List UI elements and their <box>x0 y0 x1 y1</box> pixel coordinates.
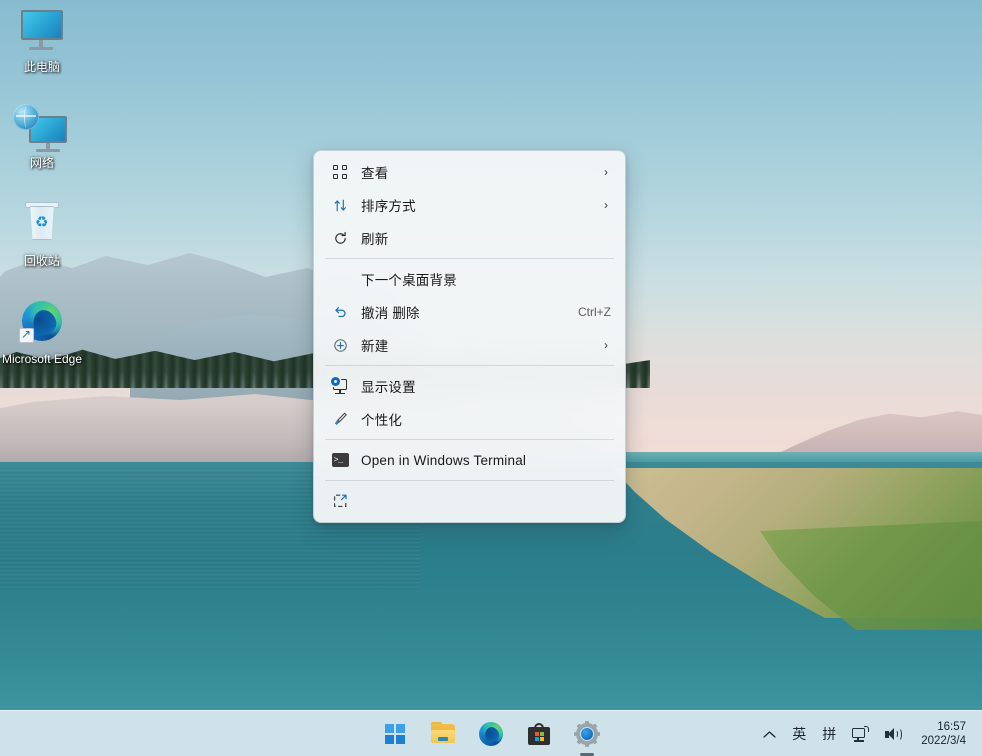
taskbar[interactable]: 英 拼 16:57 2022/3/4 <box>0 710 982 756</box>
edge-icon <box>13 300 71 348</box>
no-icon-placeholder <box>329 270 351 288</box>
windows-logo-icon <box>385 724 405 744</box>
desktop-icon-label: 此电脑 <box>0 60 84 75</box>
taskbar-file-explorer-button[interactable] <box>426 717 460 751</box>
tray-ime-mode[interactable]: 拼 <box>814 717 844 751</box>
wallpaper-grass-shore-dark <box>760 520 982 630</box>
wallpaper-right-mountains <box>760 400 982 462</box>
wallpaper-grass-shore <box>612 468 982 618</box>
desktop-icon-microsoft-edge[interactable]: Microsoft Edge <box>0 300 84 367</box>
menu-separator <box>325 439 614 440</box>
chevron-right-icon: › <box>601 338 611 352</box>
context-menu-item-display-settings[interactable]: 显示设置 <box>318 370 621 402</box>
refresh-icon <box>329 229 351 247</box>
display-settings-icon <box>329 377 351 395</box>
tray-volume-button[interactable] <box>877 717 911 751</box>
desktop-icon-label: 回收站 <box>0 254 84 269</box>
new-plus-icon <box>329 336 351 354</box>
gear-icon <box>575 722 599 746</box>
sort-arrows-icon <box>329 196 351 214</box>
recycle-bin-icon: ♻ <box>13 202 71 250</box>
clock-date: 2022/3/4 <box>921 734 966 748</box>
personalize-brush-icon <box>329 410 351 428</box>
desktop[interactable]: 此电脑 网络 ♻ 回收站 Microsoft Edge 查看 › <box>0 0 982 756</box>
store-bag-icon <box>528 723 550 745</box>
tray-ime-language[interactable]: 英 <box>784 717 814 751</box>
context-menu-item-personalize[interactable]: 个性化 <box>318 403 621 435</box>
context-menu-item-refresh[interactable]: 刷新 <box>318 222 621 254</box>
folder-icon <box>431 724 455 743</box>
network-icon <box>13 104 71 152</box>
undo-icon <box>329 303 351 321</box>
menu-accelerator: Ctrl+Z <box>578 305 611 319</box>
context-menu-item-open-in-windows-terminal[interactable]: Open in Windows Terminal <box>318 444 621 476</box>
desktop-icon-recycle-bin[interactable]: ♻ 回收站 <box>0 202 84 269</box>
taskbar-settings-button[interactable] <box>570 717 604 751</box>
tray-network-button[interactable] <box>844 717 877 751</box>
terminal-icon <box>329 451 351 469</box>
edge-icon <box>479 722 503 746</box>
desktop-context-menu[interactable]: 查看 › 排序方式 › 刷新 <box>313 150 626 523</box>
view-grid-icon <box>329 163 351 181</box>
tray-clock[interactable]: 16:57 2022/3/4 <box>911 717 974 751</box>
system-tray: 英 拼 16:57 2022/3/4 <box>755 711 974 756</box>
context-menu-item-view[interactable]: 查看 › <box>318 156 621 188</box>
this-pc-icon <box>13 8 71 56</box>
desktop-icon-label: Microsoft Edge <box>0 352 84 367</box>
desktop-icon-network[interactable]: 网络 <box>0 104 84 171</box>
context-menu-item-sort-by[interactable]: 排序方式 › <box>318 189 621 221</box>
shortcut-arrow-icon <box>19 328 34 343</box>
context-menu-item-new[interactable]: 新建 › <box>318 329 621 361</box>
context-menu-item-show-more-options[interactable] <box>318 485 621 517</box>
chevron-right-icon: › <box>601 198 611 212</box>
tray-show-hidden-icons-button[interactable] <box>755 717 784 751</box>
taskbar-edge-button[interactable] <box>474 717 508 751</box>
taskbar-app-buttons <box>378 717 604 751</box>
context-menu-item-next-desktop-background[interactable]: 下一个桌面背景 <box>318 263 621 295</box>
menu-separator <box>325 365 614 366</box>
menu-separator <box>325 258 614 259</box>
menu-separator <box>325 480 614 481</box>
clock-time: 16:57 <box>937 720 966 734</box>
show-more-options-icon <box>329 492 351 510</box>
desktop-icon-this-pc[interactable]: 此电脑 <box>0 8 84 75</box>
context-menu-item-undo-delete[interactable]: 撤消 删除 Ctrl+Z <box>318 296 621 328</box>
chevron-up-icon <box>763 730 776 739</box>
network-monitor-icon <box>852 727 869 742</box>
desktop-icon-label: 网络 <box>0 156 84 171</box>
volume-icon <box>885 727 903 742</box>
chevron-right-icon: › <box>601 165 611 179</box>
taskbar-microsoft-store-button[interactable] <box>522 717 556 751</box>
taskbar-start-button[interactable] <box>378 717 412 751</box>
